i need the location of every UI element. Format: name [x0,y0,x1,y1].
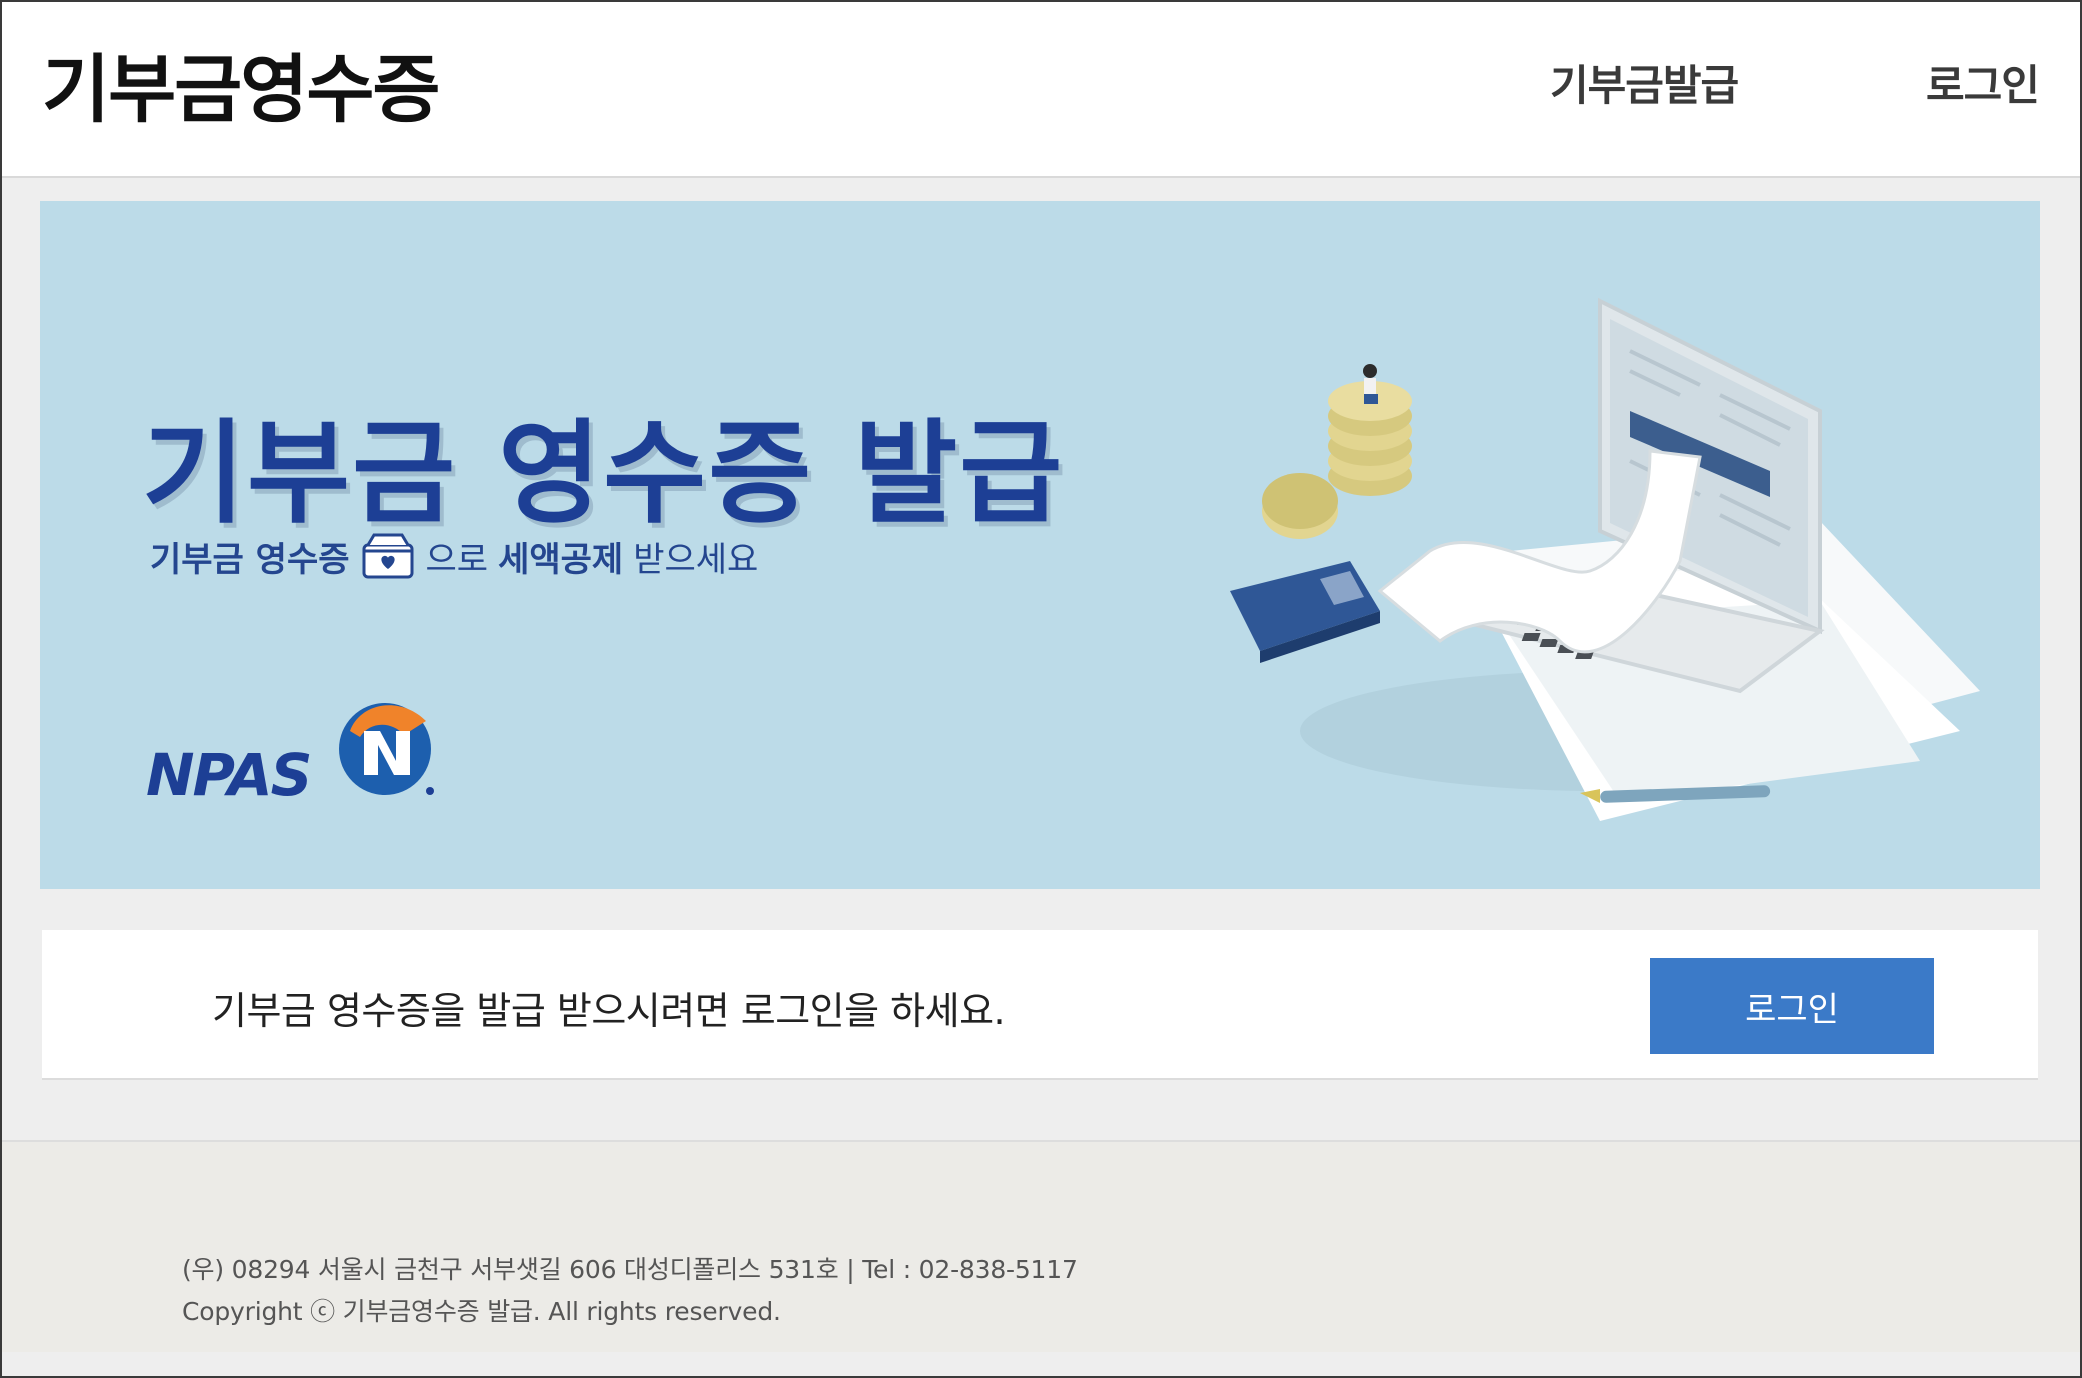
nav-login-link[interactable]: 로그인 [1926,52,2040,113]
npas-logo-text: NPAS [146,741,312,809]
login-prompt-message: 기부금 영수증을 발급 받으시려면 로그인을 하세요. [212,989,1006,1033]
site-footer: (우) 08294 서울시 금천구 서부샛길 606 대성디폴리스 531호 |… [0,1140,2082,1352]
site-logo-title[interactable]: 기부금영수증 [42,30,440,137]
hero-banner: 기부금 영수증 발급 기부금 영수증 으로 세액공제 받으세요 NPAS [40,201,2040,889]
site-header: 기부금영수증 기부금발급 로그인 [0,0,2082,178]
npas-globe-icon [339,703,434,795]
banner-subtitle-part4: 받으세요 [633,539,759,580]
login-button[interactable]: 로그인 [1650,958,1934,1054]
banner-title: 기부금 영수증 발급 [142,409,1065,539]
banner-subtitle-part2: 으로 [425,539,489,580]
receipt-box-icon [362,533,414,579]
banner-subtitle-part3: 세액공제 [498,539,624,580]
footer-address: (우) 08294 서울시 금천구 서부샛길 606 대성디폴리스 531호 |… [182,1255,1078,1284]
banner-subtitle: 기부금 영수증 으로 세액공제 받으세요 [150,531,758,581]
footer-copyright: Copyright ⓒ 기부금영수증 발급. All rights reserv… [182,1297,781,1326]
npas-logo: NPAS [144,691,444,811]
receipt-laptop-illustration [1230,297,1980,821]
banner-subtitle-part1: 기부금 영수증 [150,539,350,580]
nav-donation-issue-link[interactable]: 기부금발급 [1550,52,1739,113]
login-prompt-panel: 기부금 영수증을 발급 받으시려면 로그인을 하세요. 로그인 [42,930,2038,1080]
